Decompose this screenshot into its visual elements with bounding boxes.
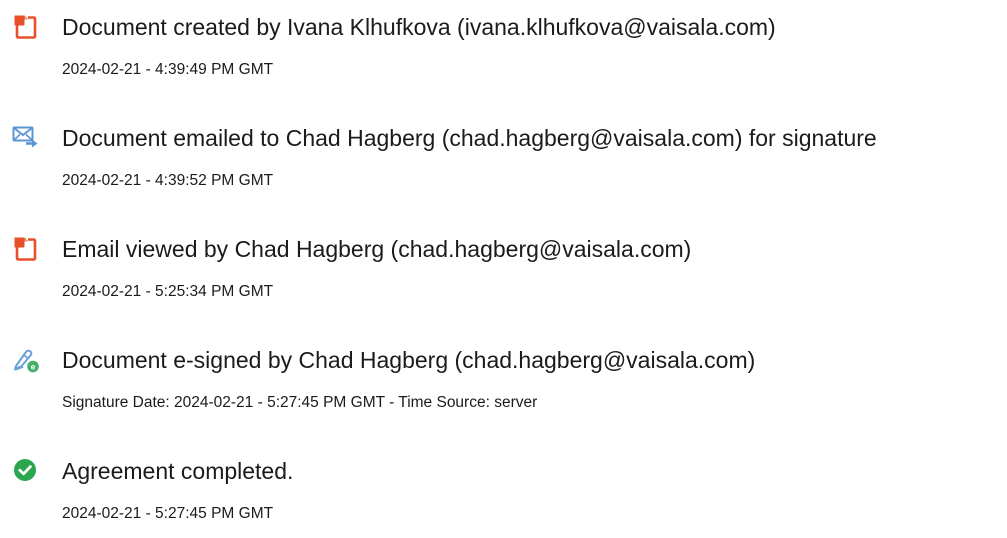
event-title: Document e-signed by Chad Hagberg (chad.…	[62, 347, 756, 373]
event-timestamp: 2024-02-21 - 5:25:34 PM GMT	[62, 283, 274, 300]
checkmark-circle-icon	[12, 457, 40, 485]
document-viewed-icon	[12, 235, 40, 263]
event-title: Agreement completed.	[62, 458, 294, 484]
event-timestamp: Signature Date: 2024-02-21 - 5:27:45 PM …	[62, 394, 538, 411]
event-timestamp: 2024-02-21 - 4:39:52 PM GMT	[62, 172, 274, 189]
event-timestamp: 2024-02-21 - 4:39:49 PM GMT	[62, 61, 274, 78]
event-timestamp: 2024-02-21 - 5:27:45 PM GMT	[62, 505, 274, 522]
e-sign-pen-icon: e	[12, 346, 40, 374]
document-created-icon	[12, 13, 40, 41]
event-title: Email viewed by Chad Hagberg (chad.hagbe…	[62, 236, 692, 262]
email-sent-icon	[12, 124, 40, 152]
svg-text:e: e	[31, 362, 36, 372]
event-title: Document created by Ivana Klhufkova (iva…	[62, 14, 776, 40]
event-title: Document emailed to Chad Hagberg (chad.h…	[62, 125, 877, 151]
